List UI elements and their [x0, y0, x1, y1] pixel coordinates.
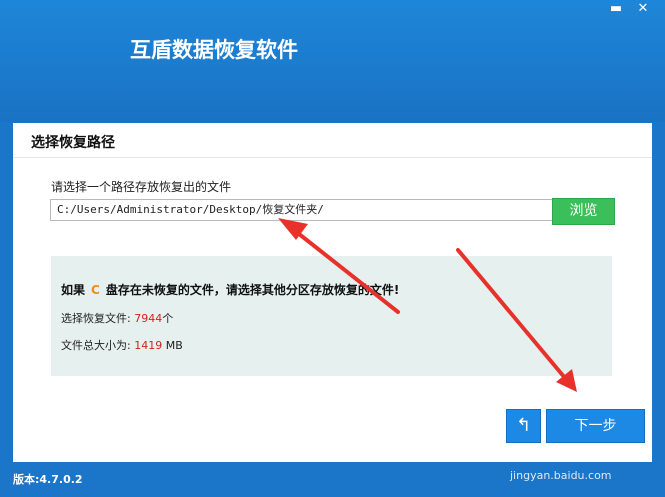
file-size-label: 文件总大小为:	[61, 339, 131, 352]
watermark-logo: Baidu	[510, 440, 575, 464]
baidu-watermark: Baidu 经验 jingyan.baidu.com	[510, 440, 660, 490]
file-count-label: 选择恢复文件:	[61, 312, 131, 325]
file-count-unit: 个	[162, 312, 174, 325]
file-count-value: 7944	[134, 312, 163, 325]
close-icon[interactable]: ✕	[630, 0, 656, 18]
warning-text: 如果 C 盘存在未恢复的文件，请选择其他分区存放恢复的文件!	[61, 281, 399, 298]
path-input[interactable]: C:/Users/Administrator/Desktop/恢复文件夹/	[50, 199, 554, 221]
section-title: 选择恢复路径	[31, 135, 115, 151]
file-size-unit: MB	[165, 339, 183, 352]
path-prompt: 请选择一个路径存放恢复出的文件	[51, 180, 232, 194]
file-count-line: 选择恢复文件: 7944个	[61, 310, 173, 326]
info-panel: 如果 C 盘存在未恢复的文件，请选择其他分区存放恢复的文件! 选择恢复文件: 794…	[51, 256, 612, 376]
browse-button[interactable]: 浏览	[552, 198, 615, 225]
warning-prefix: 如果	[61, 283, 86, 297]
drive-letter: C	[91, 283, 100, 297]
minimize-icon[interactable]: ▬	[603, 0, 629, 18]
main-panel: 选择恢复路径 请选择一个路径存放恢复出的文件 C:/Users/Administ…	[13, 123, 652, 462]
file-size-value: 1419	[134, 339, 163, 352]
back-arrow-icon: ↰	[515, 415, 532, 436]
version-label: 版本:4.7.0.2	[13, 473, 83, 486]
app-window: 互盾数据恢复软件 ▬ ✕ 选择恢复路径 请选择一个路径存放恢复出的文件 C:/U…	[0, 0, 665, 497]
title-bar: 互盾数据恢复软件 ▬ ✕	[0, 0, 665, 122]
divider	[13, 157, 652, 158]
watermark-url: jingyan.baidu.com	[510, 469, 612, 482]
back-button[interactable]: ↰	[506, 409, 541, 443]
warning-suffix: 盘存在未恢复的文件，请选择其他分区存放恢复的文件!	[105, 283, 400, 297]
next-button[interactable]: 下一步	[546, 409, 645, 443]
file-size-line: 文件总大小为: 1419 MB	[61, 337, 183, 353]
watermark-jingyan: 经验	[596, 445, 627, 463]
app-title: 互盾数据恢复软件	[130, 38, 298, 62]
